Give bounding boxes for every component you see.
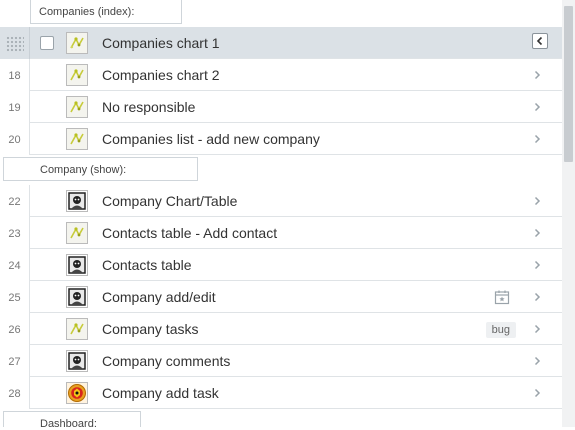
list-item-no-responsible[interactable]: 19 No responsible [0,91,562,123]
row-checkbox[interactable] [40,36,54,50]
row-number [0,27,30,59]
section-label: Companies (index): [39,6,135,18]
avatar-thumbnail-icon [66,254,88,276]
row-divider [30,154,562,155]
chevron-left-icon [536,36,543,46]
scrollbar-thumb[interactable] [564,6,573,162]
calendar-star-icon[interactable] [494,289,510,305]
chevron-right-icon[interactable] [530,68,544,82]
list-item-contacts-table-add[interactable]: 23 Contacts table - Add contact [0,217,562,249]
row-title: Contacts table - Add contact [102,225,278,241]
row-title: Company add/edit [102,289,216,305]
row-title: Companies list - add new company [102,131,320,147]
bug-badge: bug [485,322,516,338]
sketch-thumbnail-icon [66,128,88,150]
chevron-right-icon[interactable] [530,132,544,146]
list-item-companies-chart-2[interactable]: 18 Companies chart 2 [0,59,562,91]
sketch-thumbnail-icon [66,318,88,340]
sketch-thumbnail-icon [66,222,88,244]
row-number: 26 [0,313,30,345]
row-number: 20 [0,123,30,155]
chevron-right-icon[interactable] [530,354,544,368]
sketch-thumbnail-icon [66,96,88,118]
section-header-dashboard: Dashboard: [3,411,141,430]
row-number: 27 [0,345,30,377]
chevron-right-icon[interactable] [530,258,544,272]
row-number: 18 [0,59,30,91]
row-title: Company tasks [102,321,199,337]
section-header-company-show: Company (show): [3,157,198,181]
section-label: Company (show): [40,164,127,176]
chevron-right-icon[interactable] [530,194,544,208]
sketch-thumbnail-icon [66,32,88,54]
list-item-contacts-table[interactable]: 24 Contacts table [0,249,562,281]
row-number: 24 [0,249,30,281]
list-item-company-tasks[interactable]: 26 Company tasks bug [0,313,562,345]
row-number: 19 [0,91,30,123]
list-item-company-add-task[interactable]: 28 Company add task [0,377,562,409]
chevron-right-icon[interactable] [530,322,544,336]
collapse-button[interactable] [532,33,548,49]
avatar-thumbnail-icon [66,350,88,372]
row-number: 23 [0,217,30,249]
list-item-company-comments[interactable]: 27 Company comments [0,345,562,377]
crest-thumbnail-icon [66,382,88,404]
chevron-right-icon[interactable] [530,386,544,400]
row-number: 22 [0,185,30,217]
list-item-company-add-edit[interactable]: 25 Company add/edit [0,281,562,313]
row-title: Company add task [102,385,219,401]
row-number: 28 [0,377,30,409]
list-item-company-chart-table[interactable]: 22 Company Chart/Table [0,185,562,217]
drag-handle-icon[interactable] [6,36,24,52]
row-number: 25 [0,281,30,313]
list-item-companies-chart-1[interactable]: Companies chart 1 [0,27,562,59]
row-title: Contacts table [102,257,192,273]
row-title: Company comments [102,353,231,369]
section-label: Dashboard: [40,418,97,430]
section-header-companies-index: Companies (index): [30,0,182,24]
row-title: Companies chart 2 [102,67,220,83]
list-item-companies-list-add[interactable]: 20 Companies list - add new company [0,123,562,155]
chevron-right-icon[interactable] [530,100,544,114]
avatar-thumbnail-icon [66,190,88,212]
row-title: Companies chart 1 [102,35,220,51]
chevron-right-icon[interactable] [530,290,544,304]
avatar-thumbnail-icon [66,286,88,308]
row-title: No responsible [102,99,196,115]
screen-list: Companies (index): Companies chart 1 18 … [0,0,562,430]
row-title: Company Chart/Table [102,193,238,209]
row-divider [30,408,562,409]
sketch-thumbnail-icon [66,64,88,86]
chevron-right-icon[interactable] [530,226,544,240]
